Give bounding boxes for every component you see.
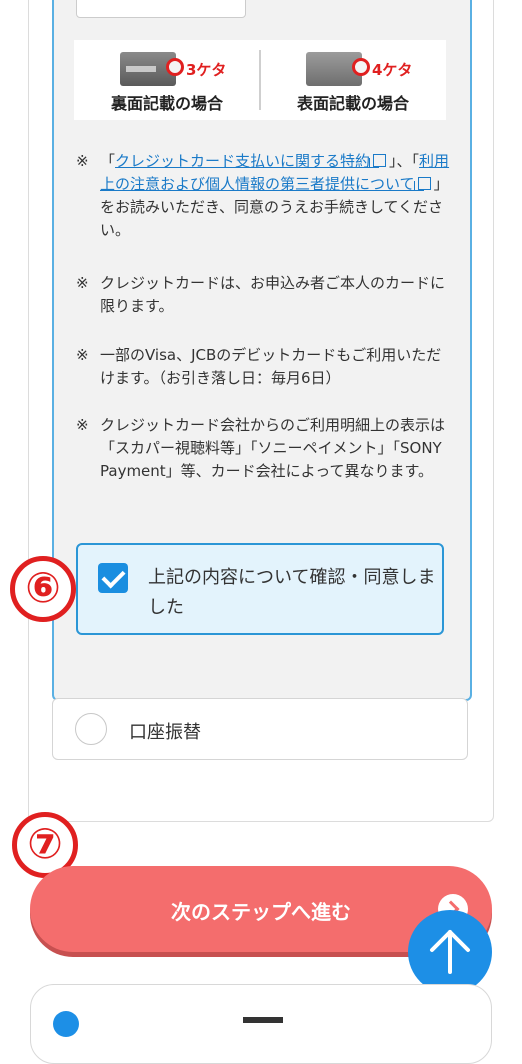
back-digits: 3ケタ bbox=[186, 61, 227, 79]
note-text: 一部のVisa、JCBのデビットカードもご利用いただけます。（お引き落し日：毎月… bbox=[100, 346, 442, 387]
note-statement: ※ クレジットカード会社からのご利用明細上の表示は「スカパー視聴料等」「ソニーペ… bbox=[76, 414, 452, 483]
step-6-marker: ⑥ bbox=[10, 556, 76, 622]
note-cardholder: ※ クレジットカードは、お申込み者ご本人のカードに限ります。 bbox=[76, 272, 452, 318]
note-debit: ※ 一部のVisa、JCBのデビットカードもご利用いただけます。（お引き落し日：… bbox=[76, 344, 452, 390]
arrow-up-icon bbox=[430, 930, 470, 974]
next-section-card bbox=[30, 984, 492, 1064]
code-circle-icon bbox=[166, 58, 184, 76]
note-agreement: ※ 「クレジットカード支払いに関する特約 」、「利用上の注意および個人情報の第三者… bbox=[76, 150, 452, 242]
front-side-guide: 4ケタ 表面記載の場合 bbox=[260, 40, 446, 120]
code-circle-icon bbox=[352, 58, 370, 76]
security-code-guide: 3ケタ 裏面記載の場合 4ケタ 表面記載の場合 bbox=[74, 40, 446, 120]
bank-transfer-label: 口座振替 bbox=[129, 722, 201, 743]
quote-mid: 」、「 bbox=[389, 152, 420, 170]
consent-label: 上記の内容について確認・同意しました bbox=[148, 567, 436, 618]
front-digits: 4ケタ bbox=[372, 61, 413, 79]
consent-checkbox[interactable] bbox=[98, 563, 128, 593]
note-text: クレジットカードは、お申込み者ご本人のカードに限ります。 bbox=[100, 274, 446, 315]
security-code-input[interactable] bbox=[76, 0, 246, 18]
scroll-to-top-button[interactable] bbox=[408, 910, 492, 994]
external-link-icon bbox=[413, 177, 431, 191]
back-side-guide: 3ケタ 裏面記載の場合 bbox=[74, 40, 260, 120]
section-heading-fragment bbox=[243, 1017, 283, 1023]
front-caption: 表面記載の場合 bbox=[296, 94, 409, 113]
note-mark: ※ bbox=[76, 152, 89, 170]
note-mark: ※ bbox=[76, 346, 89, 364]
info-icon bbox=[53, 1011, 79, 1037]
special-terms-link[interactable]: クレジットカード支払いに関する特約 bbox=[115, 152, 370, 170]
bank-transfer-option[interactable]: 口座振替 bbox=[52, 698, 468, 760]
note-mark: ※ bbox=[76, 416, 89, 434]
bank-transfer-radio[interactable] bbox=[75, 713, 107, 745]
consent-checkbox-row[interactable]: 上記の内容について確認・同意しました bbox=[76, 543, 444, 635]
quote-open: 「 bbox=[100, 152, 116, 170]
note-text: クレジットカード会社からのご利用明細上の表示は「スカパー視聴料等」「ソニーペイメ… bbox=[100, 416, 446, 480]
back-caption: 裏面記載の場合 bbox=[110, 94, 223, 113]
external-link-icon bbox=[369, 154, 387, 168]
note-mark: ※ bbox=[76, 274, 89, 292]
